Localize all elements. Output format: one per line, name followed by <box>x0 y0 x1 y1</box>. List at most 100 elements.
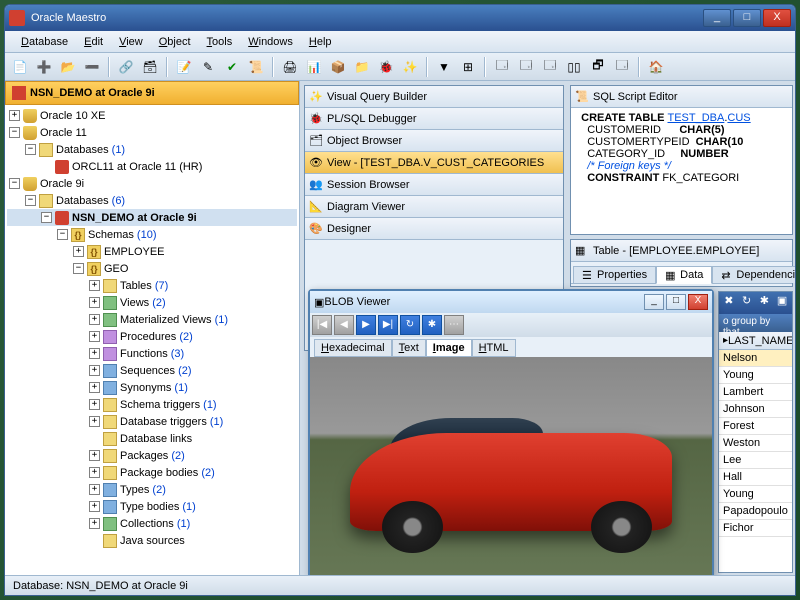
tree-node-oracle11[interactable]: −Oracle 11 <box>7 124 297 141</box>
tool-link-icon[interactable]: 🔗 <box>115 56 137 78</box>
titlebar[interactable]: Oracle Maestro _ □ X <box>5 5 795 31</box>
blob-tab-hex[interactable]: Hexadecimal <box>314 339 392 357</box>
panel-plsql[interactable]: 🐞PL/SQL Debugger <box>305 108 563 130</box>
tool-remove-icon[interactable]: ➖ <box>81 56 103 78</box>
tool-win2-icon[interactable]: 🗔 <box>515 56 537 78</box>
blob-tab-text[interactable]: Text <box>392 339 426 357</box>
tree-node-types[interactable]: +Types (2) <box>7 481 297 498</box>
expander-icon[interactable]: + <box>89 518 100 529</box>
minimize-button[interactable]: _ <box>703 9 731 27</box>
expander-icon[interactable]: + <box>89 331 100 342</box>
tree-node-typebod[interactable]: +Type bodies (1) <box>7 498 297 515</box>
grid-row[interactable]: Weston <box>719 435 792 452</box>
tool-wand-icon[interactable]: ✨ <box>399 56 421 78</box>
tree-node-dblinks[interactable]: Database links <box>7 430 297 447</box>
blob-close-button[interactable]: X <box>688 294 708 310</box>
tree-node-pkgbod[interactable]: +Package bodies (2) <box>7 464 297 481</box>
tree-node-pkgs[interactable]: +Packages (2) <box>7 447 297 464</box>
expander-icon[interactable]: + <box>89 382 100 393</box>
tree-node-matviews[interactable]: +Materialized Views (1) <box>7 311 297 328</box>
tree-node-funcs[interactable]: +Functions (3) <box>7 345 297 362</box>
expander-icon[interactable]: + <box>89 314 100 325</box>
tree-node-javasrc[interactable]: Java sources <box>7 532 297 549</box>
tool-check-icon[interactable]: ✔ <box>221 56 243 78</box>
panel-objbrowser[interactable]: 🗂Object Browser <box>305 130 563 152</box>
tree-node-strig[interactable]: +Schema triggers (1) <box>7 396 297 413</box>
expander-icon[interactable]: + <box>89 450 100 461</box>
menu-tools[interactable]: Tools <box>199 34 241 50</box>
tool-filter-icon[interactable]: ▼ <box>433 56 455 78</box>
menu-view[interactable]: View <box>111 34 151 50</box>
grid-row[interactable]: Nelson <box>719 350 792 367</box>
menu-object[interactable]: Object <box>151 34 199 50</box>
tree-node-colls[interactable]: +Collections (1) <box>7 515 297 532</box>
expander-icon[interactable]: + <box>89 484 100 495</box>
grid-row[interactable]: Young <box>719 367 792 384</box>
panel-view[interactable]: 👁View - [TEST_DBA.V_CUST_CATEGORIES <box>305 152 563 174</box>
panel-diagram[interactable]: 📐Diagram Viewer <box>305 196 563 218</box>
tree-node-schemas[interactable]: −{}Schemas (10) <box>7 226 297 243</box>
sql-editor[interactable]: CREATE TABLE TEST_DBA.CUS CUSTOMERID CHA… <box>571 108 792 234</box>
expander-icon[interactable]: + <box>73 246 84 257</box>
expander-icon[interactable]: + <box>89 365 100 376</box>
grid-row[interactable]: Johnson <box>719 401 792 418</box>
tool-win4-icon[interactable]: 🗔 <box>611 56 633 78</box>
db-header[interactable]: NSN_DEMO at Oracle 9i <box>5 81 299 105</box>
expander-icon[interactable]: + <box>89 297 100 308</box>
expander-icon[interactable]: + <box>89 501 100 512</box>
panel-vqb[interactable]: ✨Visual Query Builder <box>305 86 563 108</box>
group-hint[interactable]: o group by that <box>719 314 792 332</box>
grid-row[interactable]: Forest <box>719 418 792 435</box>
close-button[interactable]: X <box>763 9 791 27</box>
expander-icon[interactable]: − <box>73 263 84 274</box>
menu-windows[interactable]: Windows <box>240 34 301 50</box>
tool-add-icon[interactable]: ➕ <box>33 56 55 78</box>
grid-row[interactable]: Hall <box>719 469 792 486</box>
menu-edit[interactable]: Edit <box>76 34 111 50</box>
expander-icon[interactable]: − <box>9 127 20 138</box>
blob-last-icon[interactable]: ▶| <box>378 315 398 335</box>
tree-node-views[interactable]: +Views (2) <box>7 294 297 311</box>
tool-tile-icon[interactable]: ▯▯ <box>563 56 585 78</box>
tool-cascade-icon[interactable]: 🗗 <box>587 56 609 78</box>
grid-row[interactable]: Lambert <box>719 384 792 401</box>
tool-folder-icon[interactable]: 📁 <box>351 56 373 78</box>
tool-expand-icon[interactable]: ⊞ <box>457 56 479 78</box>
blob-tab-image[interactable]: Image <box>426 339 472 357</box>
tool-win3-icon[interactable]: 🗔 <box>539 56 561 78</box>
tool-open-icon[interactable]: 📂 <box>57 56 79 78</box>
blob-maximize-button[interactable]: □ <box>666 294 686 310</box>
blob-minimize-button[interactable]: _ <box>644 294 664 310</box>
panel-designer[interactable]: 🎨Designer <box>305 218 563 240</box>
expander-icon[interactable]: + <box>89 399 100 410</box>
grid-refresh-icon[interactable]: ↻ <box>739 294 755 312</box>
grid-row[interactable]: Young <box>719 486 792 503</box>
expander-icon[interactable]: + <box>9 110 20 121</box>
tab-properties[interactable]: ☰Properties <box>573 266 656 283</box>
tool-edit-icon[interactable]: ✎ <box>197 56 219 78</box>
maximize-button[interactable]: □ <box>733 9 761 27</box>
menu-database[interactable]: Database <box>13 34 76 50</box>
tree-node-nsndemo[interactable]: −NSN_DEMO at Oracle 9i <box>7 209 297 226</box>
sql-script-header[interactable]: 📜SQL Script Editor <box>571 86 792 108</box>
expander-icon[interactable]: − <box>9 178 20 189</box>
grid-star-icon[interactable]: ✱ <box>757 294 773 312</box>
table-header[interactable]: ▦Table - [EMPLOYEE.EMPLOYEE] <box>571 240 792 262</box>
menu-help[interactable]: Help <box>301 34 340 50</box>
tree-node-orcl11[interactable]: ORCL11 at Oracle 11 (HR) <box>7 158 297 175</box>
tree-node-procs[interactable]: +Procedures (2) <box>7 328 297 345</box>
tree-node-oracle9i[interactable]: −Oracle 9i <box>7 175 297 192</box>
tree-node-syns[interactable]: +Synonyms (1) <box>7 379 297 396</box>
tree-node-seqs[interactable]: +Sequences (2) <box>7 362 297 379</box>
expander-icon[interactable]: + <box>89 348 100 359</box>
blob-refresh-icon[interactable]: ↻ <box>400 315 420 335</box>
grid-row[interactable]: Fichor <box>719 520 792 537</box>
tab-data[interactable]: ▦Data <box>656 266 712 284</box>
grid-close-icon[interactable]: ✖ <box>721 294 737 312</box>
tree-node-databases1[interactable]: −Databases (1) <box>7 141 297 158</box>
blob-titlebar[interactable]: ▣ BLOB Viewer _ □ X <box>310 291 712 313</box>
blob-viewer-window[interactable]: ▣ BLOB Viewer _ □ X |◀ ◀ ▶ ▶| ↻ ✱ ⋯ Hexa… <box>308 289 714 575</box>
database-tree[interactable]: +Oracle 10 XE −Oracle 11 −Databases (1) … <box>5 105 299 575</box>
tool-bug-icon[interactable]: 🐞 <box>375 56 397 78</box>
grid-col-header[interactable]: ▸ LAST_NAME <box>719 332 792 350</box>
